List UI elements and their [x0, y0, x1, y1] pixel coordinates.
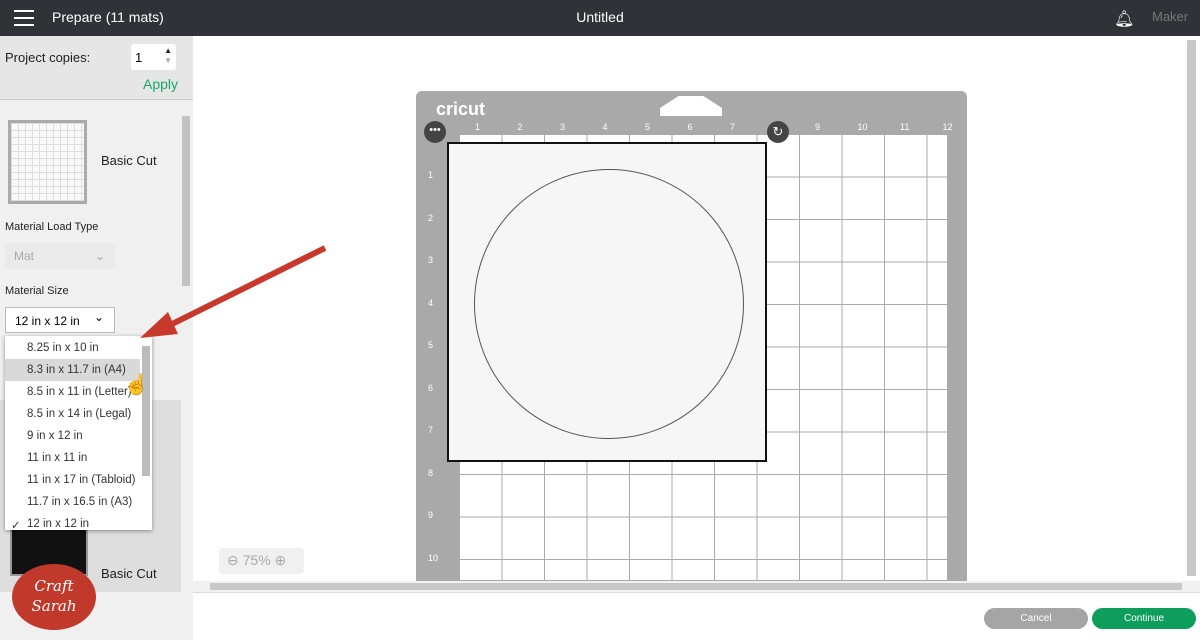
size-option-highlighted[interactable]: 8.3 in x 11.7 in (A4): [5, 359, 140, 381]
ruler-tick-top: 1: [475, 122, 481, 132]
project-copies-panel: Project copies: 1 ▲ ▼ Apply: [0, 36, 193, 100]
apply-button[interactable]: Apply: [143, 76, 178, 92]
more-options-icon[interactable]: •••: [424, 121, 446, 143]
project-copies-label: Project copies:: [5, 50, 91, 65]
mat-1-label: Basic Cut: [101, 153, 157, 168]
load-type-select: Mat ⌄: [5, 243, 115, 269]
zoom-in-icon: ⊕: [274, 552, 287, 568]
continue-button[interactable]: Continue: [1092, 608, 1196, 629]
ruler-tick-top: 4: [602, 122, 608, 132]
ruler-tick-left: 10: [428, 552, 439, 563]
machine-selector[interactable]: Maker: [1152, 9, 1188, 24]
ruler-tick-left: 5: [428, 340, 434, 350]
ruler-tick-left: 4: [428, 297, 434, 308]
ruler-tick-top: 3: [560, 122, 566, 132]
mat-2-label: Basic Cut: [101, 566, 157, 581]
checkmark-icon: ✓: [11, 520, 21, 530]
bell-icon[interactable]: 🔔︎: [1114, 9, 1134, 29]
size-option[interactable]: 8.25 in x 10 in: [5, 337, 140, 359]
dropdown-scrollbar[interactable]: [142, 346, 150, 476]
chevron-down-icon: ⌄: [94, 249, 105, 263]
zoom-control[interactable]: ⊖ 75% ⊕: [219, 548, 304, 574]
cricut-brand: cricut: [436, 99, 486, 119]
craft-with-sarah-logo: Craft Sarah: [12, 564, 96, 630]
design-cut-area[interactable]: [447, 142, 767, 462]
halloween-design: [474, 169, 744, 439]
ruler-tick-left: 1: [428, 170, 434, 180]
material-size-label: Material Size: [5, 285, 69, 297]
ruler-tick-left: 6: [428, 382, 434, 393]
cancel-button[interactable]: Cancel: [984, 608, 1088, 629]
material-size-select[interactable]: 12 in x 12 in ⌄: [5, 307, 115, 333]
copies-value: 1: [135, 50, 143, 65]
size-option-selected[interactable]: ✓ 12 in x 12 in: [5, 513, 140, 530]
ruler-tick-top: 7: [730, 122, 736, 132]
size-option[interactable]: 9 in x 12 in: [5, 425, 140, 447]
zoom-level: 75%: [242, 552, 271, 568]
mat-thumbnail-1[interactable]: [8, 120, 87, 204]
chevron-down-icon: ⌄: [93, 310, 104, 324]
ruler-tick-top: 2: [517, 122, 523, 132]
red-annotation-arrow: [140, 245, 327, 338]
ruler-tick-top: 9: [815, 122, 821, 132]
size-option[interactable]: 8.5 in x 11 in (Letter): [5, 381, 140, 403]
hand-cursor-icon: ☝: [124, 374, 149, 396]
ruler-tick-top: 11: [900, 122, 910, 132]
zoom-out-icon: ⊖: [227, 552, 239, 568]
material-load-type-label: Material Load Type: [5, 221, 99, 233]
ruler-tick-top: 12: [942, 122, 953, 132]
size-option[interactable]: 11 in x 11 in: [5, 447, 140, 469]
size-option[interactable]: 11 in x 17 in (Tabloid): [5, 469, 140, 491]
stepper-arrows-icon[interactable]: ▲ ▼: [164, 46, 172, 66]
ruler-tick-left: 2: [428, 212, 434, 223]
ruler-tick-left: 9: [428, 510, 434, 520]
ruler-tick-left: 3: [428, 255, 434, 265]
vertical-scrollbar[interactable]: [1187, 40, 1196, 576]
rotate-icon[interactable]: ↻: [767, 121, 789, 143]
size-option[interactable]: 11.7 in x 16.5 in (A3): [5, 491, 140, 513]
size-option[interactable]: 8.5 in x 14 in (Legal): [5, 403, 140, 425]
ruler-tick-top: 10: [857, 122, 868, 132]
horizontal-scroll-thumb[interactable]: [210, 583, 1182, 590]
project-copies-stepper[interactable]: 1 ▲ ▼: [131, 44, 176, 70]
ruler-tick-top: 5: [645, 122, 651, 132]
ruler-tick-top: 6: [687, 122, 693, 132]
material-size-dropdown[interactable]: 8.25 in x 10 in 8.3 in x 11.7 in (A4) 8.…: [5, 336, 152, 530]
document-title: Untitled: [576, 9, 624, 25]
top-bar: Prepare (11 mats) Untitled 🔔︎ Maker: [0, 0, 1200, 36]
ruler-tick-left: 7: [428, 425, 434, 435]
ruler-tick-left: 8: [428, 467, 434, 478]
